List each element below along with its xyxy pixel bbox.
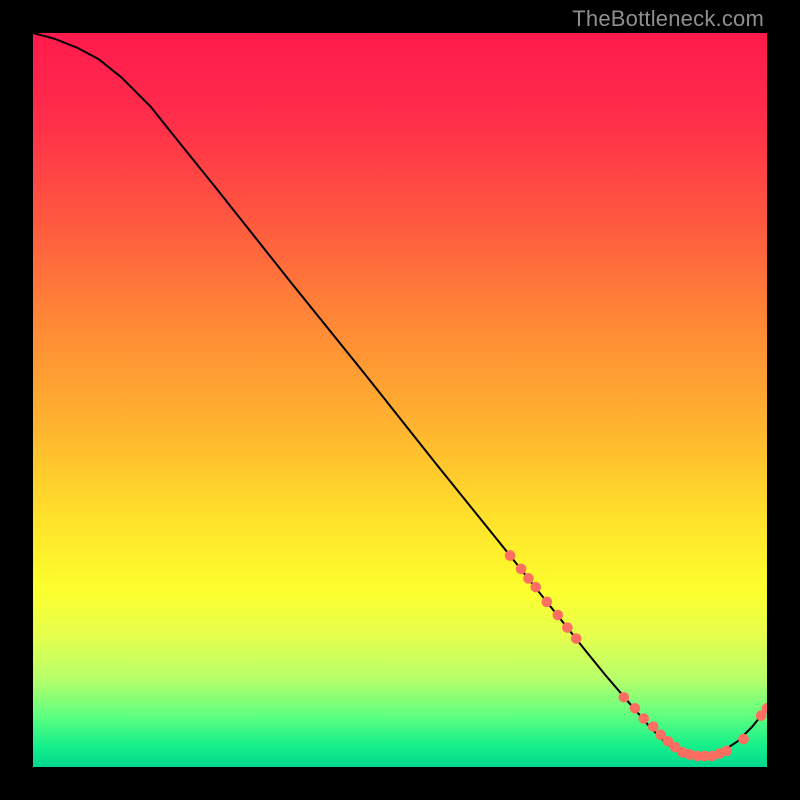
data-point xyxy=(523,573,534,584)
data-point xyxy=(648,721,659,732)
data-point xyxy=(638,713,649,724)
data-point xyxy=(542,597,553,608)
data-point xyxy=(619,692,630,703)
chart-stage: TheBottleneck.com xyxy=(0,0,800,800)
data-point xyxy=(553,610,564,621)
chart-svg xyxy=(33,33,767,767)
data-point xyxy=(505,550,516,561)
data-point xyxy=(571,633,582,644)
bottleneck-curve xyxy=(33,33,767,756)
data-point xyxy=(738,734,749,745)
watermark-text: TheBottleneck.com xyxy=(572,6,764,32)
plot-area xyxy=(33,33,767,767)
data-point xyxy=(562,622,573,633)
data-point xyxy=(516,564,527,575)
data-point xyxy=(530,582,541,593)
data-point xyxy=(721,746,732,757)
data-point xyxy=(630,703,641,714)
